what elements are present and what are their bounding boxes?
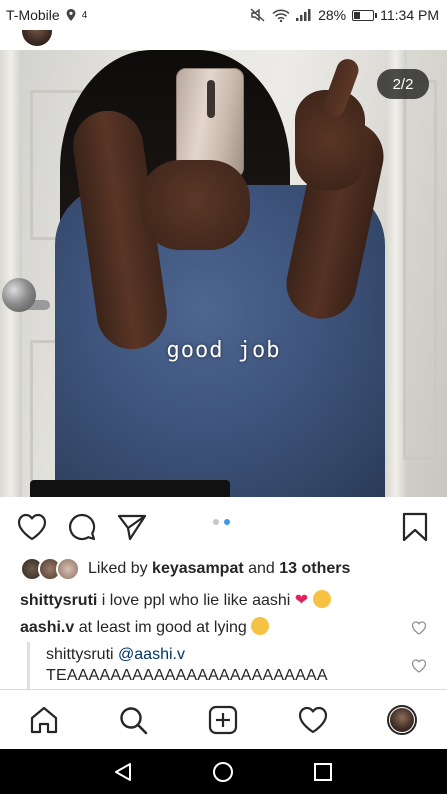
- tab-search[interactable]: [117, 704, 149, 736]
- post-actions: [0, 505, 447, 547]
- back-button[interactable]: [108, 757, 138, 787]
- eye-roll-emoji: [251, 617, 270, 635]
- home-nav-button[interactable]: [208, 757, 238, 787]
- tab-activity[interactable]: [297, 704, 329, 736]
- wifi-icon: [272, 9, 290, 22]
- share-button[interactable]: [116, 511, 148, 543]
- add-post-icon: [208, 705, 238, 735]
- android-nav-bar: [0, 749, 447, 794]
- reply-header: shittysruti @aashi.v: [46, 646, 185, 664]
- location-icon: [66, 9, 76, 21]
- heart-icon: [298, 706, 328, 734]
- carousel-dot-active: [224, 519, 230, 525]
- liker-avatars: [20, 557, 82, 581]
- post-header: [0, 30, 447, 50]
- reply-like-heart-icon[interactable]: [411, 658, 427, 674]
- comment-username[interactable]: shittysruti: [20, 592, 97, 609]
- recents-button[interactable]: [308, 757, 338, 787]
- comment-text: at least im good at lying: [78, 619, 247, 636]
- profile-avatar: [387, 705, 417, 735]
- likes-user-link[interactable]: keyasampat: [152, 560, 244, 577]
- save-button[interactable]: [399, 511, 431, 543]
- comment-button[interactable]: [66, 511, 98, 543]
- heart-icon: [17, 513, 47, 541]
- photo-caption-overlay: good job: [166, 338, 281, 363]
- liker-avatar: [56, 557, 80, 581]
- likes-text: Liked by keyasampat and 13 others: [88, 560, 350, 578]
- recents-square-icon: [314, 763, 332, 781]
- cell-signal-icon: [296, 9, 312, 21]
- likes-others-link[interactable]: 13 others: [279, 560, 350, 577]
- tab-new-post[interactable]: [207, 704, 239, 736]
- comment-row: aashi.v at least im good at lying: [20, 617, 270, 638]
- back-triangle-icon: [115, 763, 131, 781]
- carousel-dots: [213, 519, 230, 525]
- tab-profile[interactable]: [386, 704, 418, 736]
- comment-text: i love ppl who lie like aashi: [101, 592, 291, 609]
- carousel-dot: [213, 519, 219, 525]
- battery-percent: 28%: [318, 7, 347, 23]
- photo-phone-camera: [207, 80, 215, 118]
- angry-face-emoji: [312, 590, 331, 608]
- profile-avatar-image: [390, 708, 414, 732]
- reply-mention[interactable]: @aashi.v: [118, 646, 185, 663]
- battery-fill: [354, 11, 360, 19]
- door-panel: [403, 80, 437, 460]
- door-knob: [2, 278, 36, 312]
- likes-prefix: Liked by: [88, 560, 148, 577]
- home-circle-icon: [213, 762, 233, 782]
- tab-home[interactable]: [28, 704, 60, 736]
- bookmark-icon: [402, 512, 428, 542]
- battery-icon: [352, 9, 378, 21]
- red-heart-emoji: ❤: [294, 592, 309, 609]
- status-bar: T-Mobile 4 28% 11:34 PM: [0, 0, 447, 30]
- carrier-label: T-Mobile: [6, 7, 60, 23]
- comment-icon: [68, 513, 96, 541]
- post-photo[interactable]: 2/2 good job: [0, 50, 447, 497]
- likes-row[interactable]: Liked by keyasampat and 13 others: [20, 557, 350, 581]
- home-icon: [30, 706, 58, 734]
- comment-like-heart-icon[interactable]: [411, 620, 427, 636]
- network-indicator: 4: [81, 9, 88, 21]
- carousel-counter: 2/2: [377, 69, 429, 99]
- like-button[interactable]: [16, 511, 48, 543]
- photo-hand: [140, 160, 250, 250]
- poster-avatar[interactable]: [22, 30, 52, 46]
- comment-username[interactable]: aashi.v: [20, 619, 74, 636]
- reply-username[interactable]: shittysruti: [46, 646, 114, 663]
- reply-text: TEAAAAAAAAAAAAAAAAAAAAAAAA: [46, 667, 328, 684]
- reply-comment: shittysruti @aashi.v TEAAAAAAAAAAAAAAAAA…: [27, 642, 447, 690]
- mute-icon: [250, 8, 266, 22]
- search-icon: [120, 707, 148, 735]
- likes-joiner: and: [248, 560, 275, 577]
- bottom-tab-bar: [0, 689, 447, 749]
- comment-row: shittysruti i love ppl who lie like aash…: [20, 590, 331, 611]
- clock: 11:34 PM: [380, 7, 439, 23]
- send-icon: [117, 514, 147, 541]
- door-frame-left: [0, 50, 22, 497]
- photo-legs: [30, 480, 230, 497]
